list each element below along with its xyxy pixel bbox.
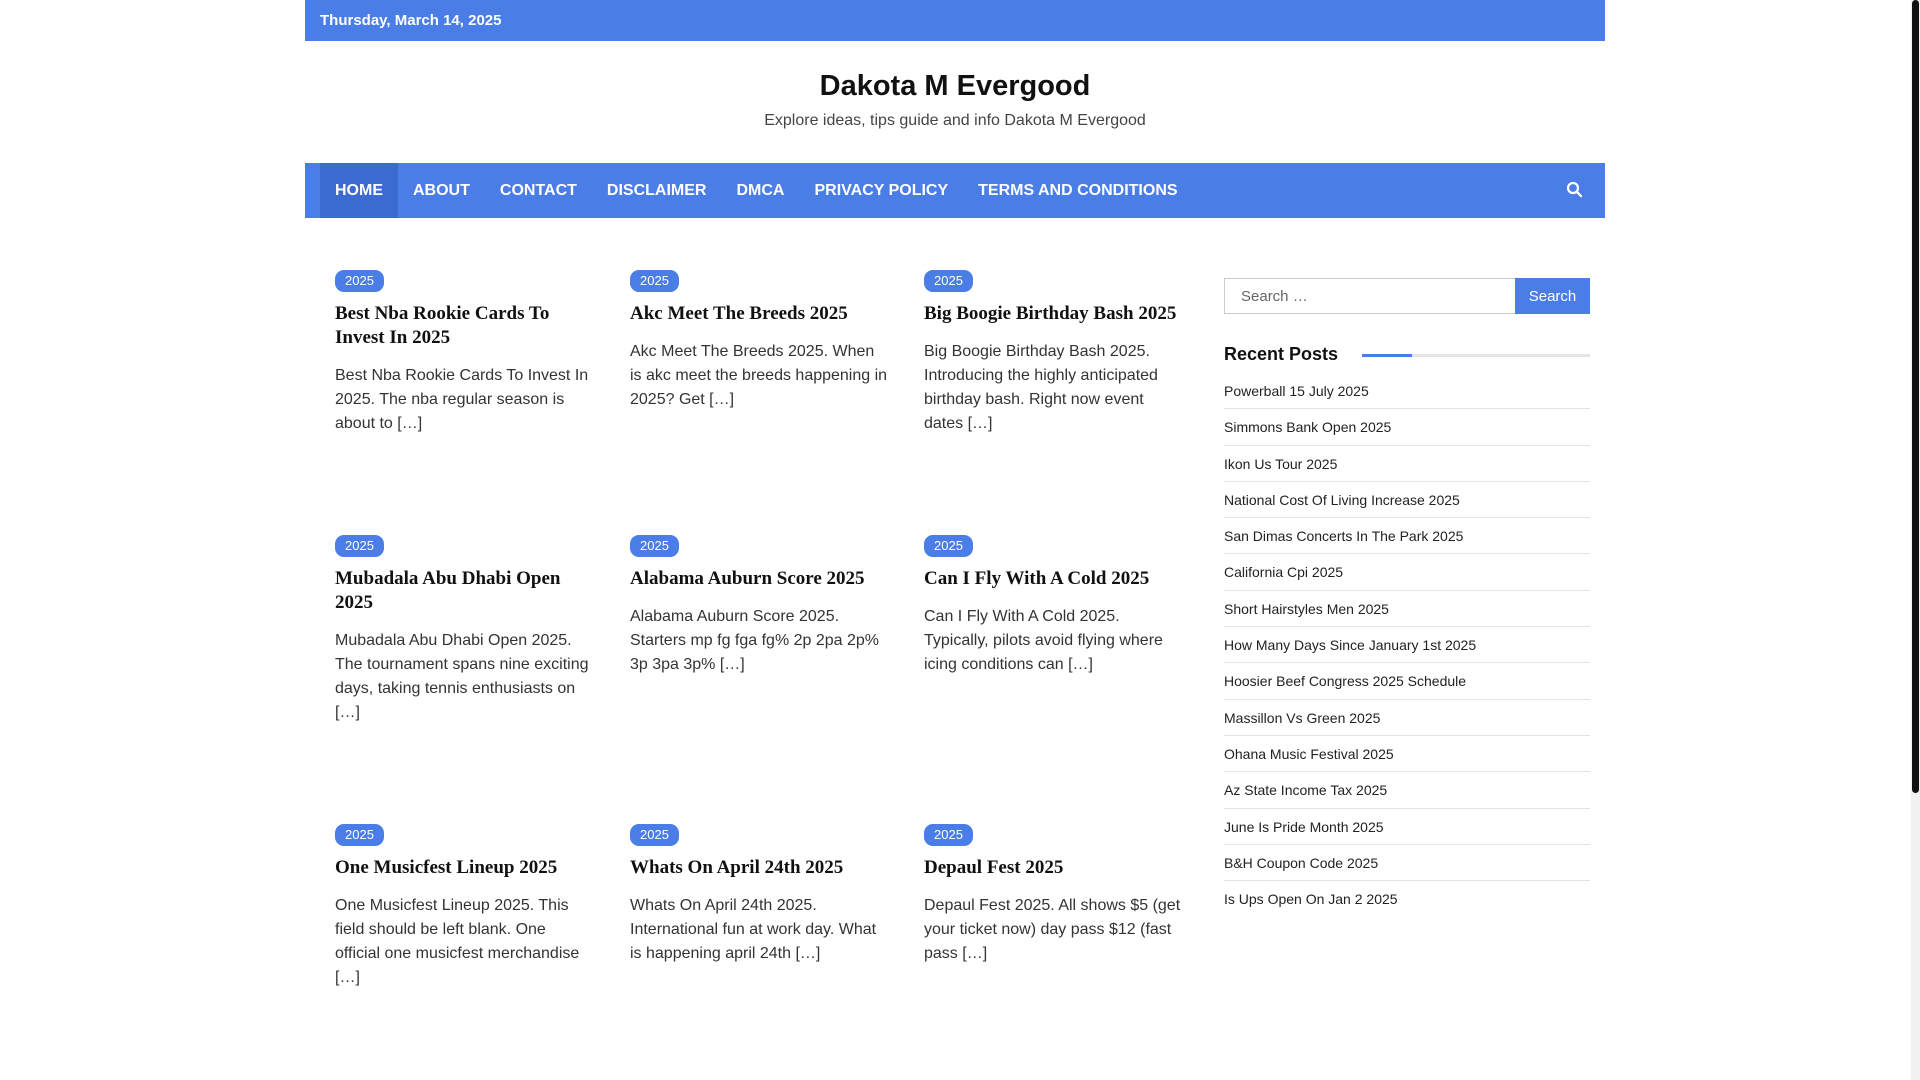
recent-post-link[interactable]: Az State Income Tax 2025: [1224, 772, 1590, 809]
search-button[interactable]: Search: [1515, 278, 1590, 314]
nav-item-contact[interactable]: CONTACT: [485, 163, 592, 218]
post-excerpt: Depaul Fest 2025. All shows $5 (get your…: [924, 897, 1181, 962]
post-title[interactable]: Mubadala Abu Dhabi Open 2025: [335, 567, 595, 615]
post-excerpt: Best Nba Rookie Cards To Invest In 2025.…: [335, 367, 589, 432]
post-title[interactable]: Alabama Auburn Score 2025: [630, 567, 890, 591]
post-title[interactable]: One Musicfest Lineup 2025: [335, 856, 595, 880]
scrollbar[interactable]: [1911, 0, 1920, 1080]
recent-post-link[interactable]: Ikon Us Tour 2025: [1224, 446, 1590, 482]
post-card: 2025 Akc Meet The Breeds 2025 Akc Meet T…: [630, 270, 890, 412]
category-badge[interactable]: 2025: [335, 270, 384, 292]
recent-post-link[interactable]: Is Ups Open On Jan 2 2025: [1224, 881, 1590, 917]
nav-item-privacy-policy[interactable]: PRIVACY POLICY: [799, 163, 963, 218]
nav-item-about[interactable]: ABOUT: [398, 163, 485, 218]
post-card: 2025 Depaul Fest 2025 Depaul Fest 2025. …: [924, 824, 1184, 966]
recent-post-link[interactable]: Hoosier Beef Congress 2025 Schedule: [1224, 663, 1590, 700]
post-card: 2025 Big Boogie Birthday Bash 2025 Big B…: [924, 270, 1184, 436]
recent-post-link[interactable]: Massillon Vs Green 2025: [1224, 700, 1590, 736]
recent-post-link[interactable]: B&H Coupon Code 2025: [1224, 845, 1590, 882]
heading-divider: [1362, 354, 1590, 357]
post-excerpt: One Musicfest Lineup 2025. This field sh…: [335, 897, 580, 986]
post-title[interactable]: Can I Fly With A Cold 2025: [924, 567, 1184, 591]
post-title[interactable]: Big Boogie Birthday Bash 2025: [924, 302, 1184, 326]
category-badge[interactable]: 2025: [335, 824, 384, 846]
nav-item-terms[interactable]: TERMS AND CONDITIONS: [963, 163, 1192, 218]
recent-posts-heading: Recent Posts: [1224, 344, 1339, 364]
main-nav: HOME ABOUT CONTACT DISCLAIMER DMCA PRIVA…: [305, 163, 1605, 218]
post-card: 2025 Can I Fly With A Cold 2025 Can I Fl…: [924, 535, 1184, 677]
post-title[interactable]: Whats On April 24th 2025: [630, 856, 890, 880]
post-card: 2025 Whats On April 24th 2025 Whats On A…: [630, 824, 890, 966]
post-excerpt: Akc Meet The Breeds 2025. When is akc me…: [630, 343, 888, 408]
post-excerpt: Whats On April 24th 2025. International …: [630, 897, 877, 962]
post-excerpt: Big Boogie Birthday Bash 2025. Introduci…: [924, 343, 1158, 432]
post-excerpt: Alabama Auburn Score 2025. Starters mp f…: [630, 608, 880, 673]
scrollbar-thumb[interactable]: [1912, 0, 1919, 793]
category-badge[interactable]: 2025: [924, 270, 973, 292]
category-badge[interactable]: 2025: [630, 535, 679, 557]
category-badge[interactable]: 2025: [630, 824, 679, 846]
recent-post-link[interactable]: June Is Pride Month 2025: [1224, 809, 1590, 845]
post-card: 2025 Alabama Auburn Score 2025 Alabama A…: [630, 535, 890, 677]
recent-posts-list: Powerball 15 July 2025 Simmons Bank Open…: [1224, 373, 1590, 917]
post-card: 2025 One Musicfest Lineup 2025 One Music…: [335, 824, 595, 990]
recent-post-link[interactable]: Powerball 15 July 2025: [1224, 373, 1590, 410]
category-badge[interactable]: 2025: [924, 535, 973, 557]
recent-post-link[interactable]: Ohana Music Festival 2025: [1224, 736, 1590, 773]
post-excerpt: Mubadala Abu Dhabi Open 2025. The tourna…: [335, 632, 589, 721]
category-badge[interactable]: 2025: [924, 824, 973, 846]
category-badge[interactable]: 2025: [335, 535, 384, 557]
recent-post-link[interactable]: San Dimas Concerts In The Park 2025: [1224, 518, 1590, 555]
top-bar: Thursday, March 14, 2025: [305, 0, 1605, 41]
post-card: 2025 Mubadala Abu Dhabi Open 2025 Mubada…: [335, 535, 595, 725]
nav-item-disclaimer[interactable]: DISCLAIMER: [592, 163, 722, 218]
recent-post-link[interactable]: National Cost Of Living Increase 2025: [1224, 482, 1590, 519]
site-description: Explore ideas, tips guide and info Dakot…: [764, 112, 1146, 129]
recent-post-link[interactable]: How Many Days Since January 1st 2025: [1224, 627, 1590, 664]
post-card: 2025 Best Nba Rookie Cards To Invest In …: [335, 270, 595, 436]
nav-item-dmca[interactable]: DMCA: [721, 163, 799, 218]
post-title[interactable]: Akc Meet The Breeds 2025: [630, 302, 890, 326]
category-badge[interactable]: 2025: [630, 270, 679, 292]
search-icon[interactable]: [1565, 180, 1585, 200]
post-excerpt: Can I Fly With A Cold 2025. Typically, p…: [924, 608, 1163, 673]
recent-post-link[interactable]: Short Hairstyles Men 2025: [1224, 591, 1590, 628]
site-title[interactable]: Dakota M Evergood: [305, 70, 1605, 103]
post-title[interactable]: Depaul Fest 2025: [924, 856, 1184, 880]
recent-post-link[interactable]: California Cpi 2025: [1224, 554, 1590, 591]
current-date: Thursday, March 14, 2025: [320, 12, 502, 29]
recent-post-link[interactable]: Simmons Bank Open 2025: [1224, 409, 1590, 446]
post-title[interactable]: Best Nba Rookie Cards To Invest In 2025: [335, 302, 595, 350]
page: Thursday, March 14, 2025 Dakota M Evergo…: [0, 0, 1920, 1080]
nav-item-home[interactable]: HOME: [320, 163, 398, 218]
search-input[interactable]: [1224, 278, 1516, 314]
